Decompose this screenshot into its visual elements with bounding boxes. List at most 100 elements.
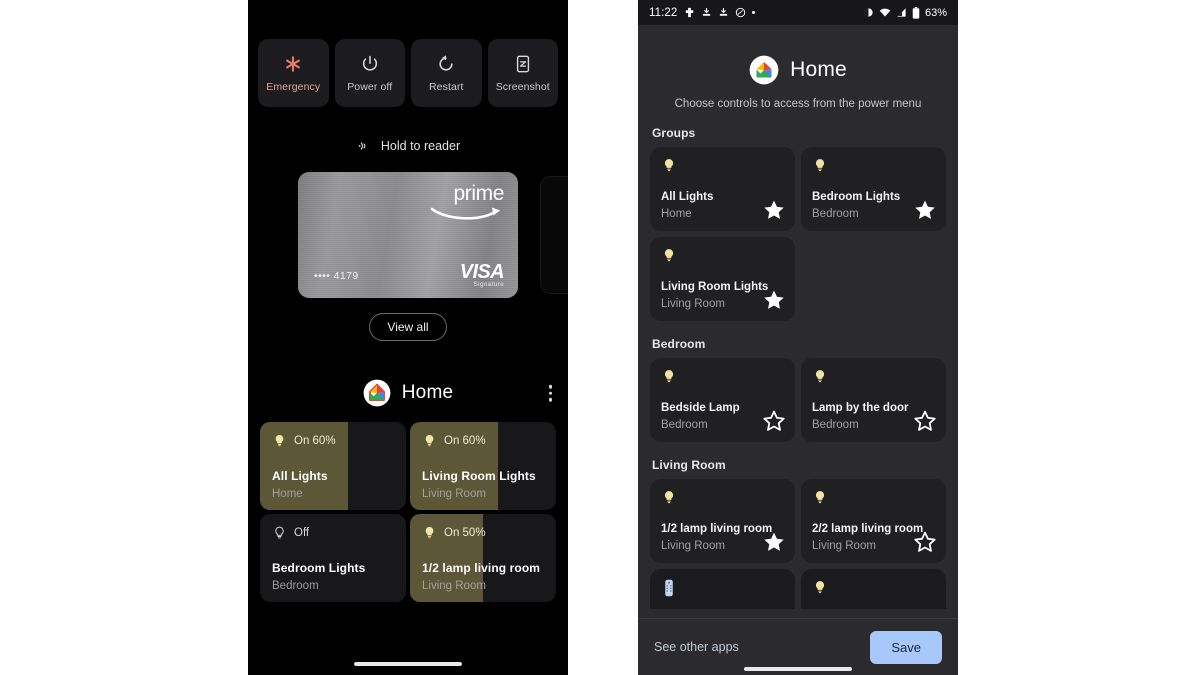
dot-icon bbox=[752, 11, 756, 14]
prime-wordmark: prime bbox=[453, 182, 504, 205]
control-picker-tile[interactable]: 1/2 lamp living room Living Room bbox=[650, 479, 795, 563]
bulb-icon bbox=[664, 159, 674, 172]
emergency-button[interactable]: Emergency bbox=[258, 39, 329, 107]
tile-name: 1/2 lamp living room bbox=[422, 561, 541, 575]
section-label-bedroom: Bedroom bbox=[652, 337, 706, 351]
home-app-header: Home bbox=[248, 379, 568, 407]
star-filled-icon[interactable] bbox=[762, 530, 786, 554]
download-icon bbox=[720, 7, 728, 16]
tile-state-row: On 60% bbox=[272, 433, 394, 448]
download-icon bbox=[703, 7, 711, 16]
screenshot-icon bbox=[513, 54, 533, 74]
tile-state-label: On 60% bbox=[294, 434, 336, 447]
signal-icon bbox=[897, 8, 906, 17]
bulb-icon bbox=[815, 491, 825, 504]
screenshot-button[interactable]: Screenshot bbox=[487, 39, 558, 107]
status-bar: 11:22 63% bbox=[638, 0, 958, 25]
home-title: Home bbox=[401, 382, 454, 403]
section-grid-groups: All Lights Home Bedroom Lights Bedroom L… bbox=[638, 147, 958, 321]
prime-brand: prime bbox=[430, 183, 504, 223]
hold-to-reader-label: Hold to reader bbox=[380, 139, 461, 153]
bulb-icon bbox=[664, 370, 674, 383]
status-time: 11:22 bbox=[649, 6, 678, 19]
left-phone-power-menu: Emergency Power off Restart Screenshot H… bbox=[248, 0, 568, 675]
picker-tile-room: Home bbox=[661, 208, 692, 220]
emergency-label: Emergency bbox=[266, 80, 321, 93]
section-grid-bedroom: Bedside Lamp Bedroom Lamp by the door Be… bbox=[638, 358, 958, 442]
section-label-living-room: Living Room bbox=[652, 458, 726, 472]
picker-tile-room: Living Room bbox=[812, 540, 876, 552]
power-off-button[interactable]: Power off bbox=[334, 39, 405, 107]
screenshot-label: Screenshot bbox=[495, 80, 550, 93]
accessibility-icon bbox=[686, 7, 694, 18]
emergency-icon bbox=[283, 54, 303, 74]
tile-name: Bedroom Lights bbox=[272, 561, 366, 575]
picker-header: Home Choose controls to access from the … bbox=[638, 25, 958, 110]
control-picker-tile[interactable]: 2/2 lamp living room Living Room bbox=[801, 479, 946, 563]
card-number: •••• 4179 bbox=[314, 270, 359, 282]
tile-room: Living Room bbox=[422, 580, 486, 592]
payment-card[interactable]: prime •••• 4179 VISA Signature bbox=[298, 172, 518, 298]
star-outline-icon[interactable] bbox=[913, 409, 937, 433]
star-filled-icon[interactable] bbox=[913, 198, 937, 222]
control-picker-tile[interactable]: Bedside Lamp Bedroom bbox=[650, 358, 795, 442]
hold-to-reader-row: Hold to reader bbox=[248, 138, 568, 154]
control-tile[interactable]: Off Bedroom Lights Bedroom bbox=[260, 514, 406, 602]
tile-state-row: On 60% bbox=[422, 433, 544, 448]
view-all-row: View all bbox=[248, 313, 568, 341]
control-picker-tile[interactable]: Lamp by the door Bedroom bbox=[801, 358, 946, 442]
control-picker-tile[interactable] bbox=[801, 569, 946, 609]
restart-label: Restart bbox=[428, 80, 464, 93]
picker-subtitle: Choose controls to access from the power… bbox=[674, 98, 922, 110]
tile-name: All Lights bbox=[272, 469, 328, 483]
star-outline-icon[interactable] bbox=[913, 530, 937, 554]
do-not-disturb-icon bbox=[736, 7, 746, 18]
right-phone-controls-picker: 11:22 63% Home Choose controls to access… bbox=[638, 0, 958, 675]
picker-tile-room: Bedroom bbox=[812, 419, 859, 431]
save-button[interactable]: Save bbox=[870, 630, 942, 664]
control-tile[interactable]: On 60% All Lights Home bbox=[260, 422, 406, 510]
google-home-icon bbox=[749, 55, 779, 85]
star-filled-icon[interactable] bbox=[762, 198, 786, 222]
restart-button[interactable]: Restart bbox=[411, 39, 482, 107]
bulb-icon bbox=[664, 249, 674, 262]
status-system-icons: 63% bbox=[863, 6, 947, 19]
tile-state-row: Off bbox=[272, 525, 394, 540]
bulb-outline-icon bbox=[275, 526, 284, 539]
control-picker-tile[interactable] bbox=[650, 569, 795, 609]
home-controls-grid: On 60% All Lights Home On 60% Living Roo… bbox=[248, 422, 568, 602]
visa-brand: VISA Signature bbox=[460, 262, 505, 288]
tile-room: Living Room bbox=[422, 488, 486, 500]
next-card-peek[interactable] bbox=[540, 176, 568, 294]
tile-name: Living Room Lights bbox=[422, 469, 536, 483]
bulb-icon bbox=[664, 491, 674, 504]
picker-tile-room: Living Room bbox=[661, 298, 725, 310]
gesture-handle[interactable] bbox=[354, 662, 462, 666]
view-all-button[interactable]: View all bbox=[369, 313, 447, 341]
control-tile[interactable]: On 60% Living Room Lights Living Room bbox=[410, 422, 556, 510]
vibrate-icon bbox=[864, 8, 873, 17]
control-tile[interactable]: On 50% 1/2 lamp living room Living Room bbox=[410, 514, 556, 602]
star-outline-icon[interactable] bbox=[762, 409, 786, 433]
google-home-icon bbox=[363, 379, 391, 407]
gesture-handle[interactable] bbox=[744, 667, 852, 671]
battery-percentage: 63% bbox=[924, 6, 947, 19]
nfc-icon bbox=[356, 138, 372, 154]
battery-icon bbox=[912, 6, 920, 19]
picker-tile-room: Bedroom bbox=[812, 208, 859, 220]
bulb-filled-icon bbox=[275, 435, 284, 447]
star-filled-icon[interactable] bbox=[762, 288, 786, 312]
screenshot-stage: Emergency Power off Restart Screenshot H… bbox=[0, 0, 1200, 675]
see-other-apps-link[interactable]: See other apps bbox=[654, 640, 739, 654]
kebab-menu-icon[interactable] bbox=[548, 384, 552, 402]
picker-tile-name: 2/2 lamp living room bbox=[812, 523, 924, 535]
bulb-icon bbox=[815, 159, 825, 172]
picker-tile-name: 1/2 lamp living room bbox=[661, 523, 773, 535]
picker-tile-room: Bedroom bbox=[661, 419, 708, 431]
picker-tile-room: Living Room bbox=[661, 540, 725, 552]
control-picker-tile[interactable]: Living Room Lights Living Room bbox=[650, 237, 795, 321]
tile-state-label: On 50% bbox=[444, 526, 486, 539]
tile-room: Bedroom bbox=[272, 580, 319, 592]
control-picker-tile[interactable]: All Lights Home bbox=[650, 147, 795, 231]
control-picker-tile[interactable]: Bedroom Lights Bedroom bbox=[801, 147, 946, 231]
